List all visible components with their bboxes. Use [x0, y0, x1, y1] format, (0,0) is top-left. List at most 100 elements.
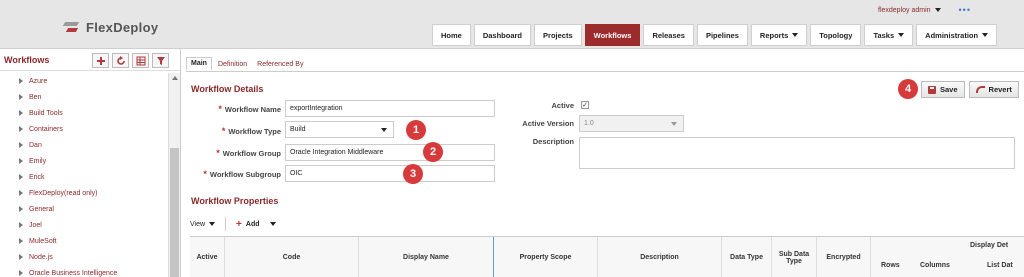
- step-badge-4: 4: [898, 79, 918, 99]
- expand-arrow-icon[interactable]: [19, 238, 23, 244]
- checkmark-icon: ✓: [582, 102, 588, 109]
- column-header-encrypted[interactable]: Encrypted: [817, 237, 871, 277]
- required-marker: *: [203, 169, 207, 179]
- column-header-rows[interactable]: Rows: [881, 262, 900, 269]
- nav-administration[interactable]: Administration: [916, 24, 998, 46]
- nav-home[interactable]: Home: [432, 24, 471, 46]
- workflows-sidebar: Workflows Azure Ben Build Tools Containe…: [0, 49, 181, 277]
- tab-divider: [186, 71, 1024, 72]
- tree-item-build-tools[interactable]: Build Tools: [0, 105, 168, 121]
- tree-item-oracle-bi[interactable]: Oracle Business Intelligence: [0, 265, 168, 277]
- chevron-down-icon[interactable]: [269, 222, 276, 226]
- expand-arrow-icon[interactable]: [19, 158, 23, 164]
- expand-arrow-icon[interactable]: [19, 126, 23, 132]
- nav-releases[interactable]: Releases: [643, 24, 694, 46]
- tab-referenced-by[interactable]: Referenced By: [253, 57, 307, 71]
- filter-icon: [156, 56, 165, 65]
- add-icon: +: [236, 218, 242, 230]
- tree-item-ben[interactable]: Ben: [0, 89, 168, 105]
- tree-item-joel[interactable]: Joel: [0, 217, 168, 233]
- user-menu[interactable]: flexdeploy admin •••: [878, 5, 971, 15]
- tab-main[interactable]: Main: [186, 57, 212, 71]
- more-options-icon[interactable]: •••: [959, 5, 971, 15]
- workflow-group-input[interactable]: Oracle Integration Middleware: [285, 144, 495, 161]
- flexdeploy-logo-mark-icon: [64, 21, 82, 33]
- save-button[interactable]: Save: [921, 81, 965, 98]
- filter-button[interactable]: [152, 53, 169, 68]
- column-header-data-type[interactable]: Data Type: [722, 237, 772, 277]
- expand-arrow-icon[interactable]: [19, 206, 23, 212]
- tab-definition[interactable]: Definition: [214, 57, 251, 71]
- expand-arrow-icon[interactable]: [19, 94, 23, 100]
- tree-item-mulesoft[interactable]: MuleSoft: [0, 233, 168, 249]
- revert-button[interactable]: Revert: [968, 81, 1019, 98]
- tree-item-nodejs[interactable]: Node.js: [0, 249, 168, 265]
- required-marker: *: [221, 126, 226, 136]
- expand-arrow-icon[interactable]: [19, 190, 23, 196]
- workflow-type-select[interactable]: Build: [285, 121, 394, 138]
- expand-arrow-icon[interactable]: [19, 254, 23, 260]
- sidebar-scrollbar[interactable]: [168, 73, 180, 277]
- tree-item-general[interactable]: General: [0, 201, 168, 217]
- expand-arrow-icon[interactable]: [19, 222, 23, 228]
- tree-item-dan[interactable]: Dan: [0, 137, 168, 153]
- column-group-display-details: Display Det: [970, 242, 1009, 249]
- step-badge-1: 1: [406, 120, 426, 140]
- active-checkbox[interactable]: ✓: [581, 101, 589, 109]
- tree-item-azure[interactable]: Azure: [0, 73, 168, 89]
- description-textarea[interactable]: [579, 137, 1015, 169]
- main-nav: Home Dashboard Projects Workflows Releas…: [432, 24, 998, 46]
- active-version-select[interactable]: 1.0: [579, 115, 684, 132]
- sidebar-toolbar: [92, 53, 169, 68]
- column-header-active[interactable]: Active: [190, 237, 225, 277]
- expand-arrow-icon[interactable]: [19, 270, 23, 276]
- tree-item-containers[interactable]: Containers: [0, 121, 168, 137]
- nav-projects[interactable]: Projects: [534, 24, 582, 46]
- nav-workflows[interactable]: Workflows: [584, 24, 641, 46]
- nav-pipelines[interactable]: Pipelines: [696, 24, 748, 46]
- view-menu[interactable]: View: [190, 221, 216, 228]
- step-badge-3: 3: [403, 164, 423, 184]
- workflow-type-label: * Workflow Type: [221, 126, 281, 136]
- save-icon: [928, 85, 936, 94]
- workflow-tree: Azure Ben Build Tools Containers Dan Emi…: [0, 73, 168, 277]
- description-label: Description: [532, 137, 574, 146]
- column-header-list-data[interactable]: List Dat: [987, 262, 1013, 269]
- nav-topology[interactable]: Topology: [810, 24, 862, 46]
- column-header-code[interactable]: Code: [225, 237, 359, 277]
- add-workflow-button[interactable]: [92, 53, 109, 68]
- expand-arrow-icon[interactable]: [19, 110, 23, 116]
- tree-item-erick[interactable]: Erick: [0, 169, 168, 185]
- flexdeploy-logo[interactable]: FlexDeploy: [64, 20, 158, 35]
- table-view-button[interactable]: [132, 53, 149, 68]
- scroll-up-arrow-icon[interactable]: [169, 73, 180, 83]
- tree-item-emily[interactable]: Emily: [0, 153, 168, 169]
- column-header-display-name[interactable]: Display Name: [359, 237, 494, 277]
- add-property-button[interactable]: + Add: [236, 218, 276, 230]
- refresh-button[interactable]: [112, 53, 129, 68]
- sidebar-title: Workflows: [4, 54, 50, 65]
- workflow-subgroup-input[interactable]: OIC: [285, 165, 495, 182]
- workflow-name-input[interactable]: exportIntegration: [285, 100, 495, 117]
- expand-arrow-icon[interactable]: [19, 174, 23, 180]
- column-header-description[interactable]: Description: [598, 237, 722, 277]
- chevron-down-icon: [792, 33, 799, 37]
- workflow-name-label: * Workflow Name: [218, 104, 281, 114]
- expand-arrow-icon[interactable]: [19, 78, 23, 84]
- active-version-label: Active Version: [522, 119, 574, 128]
- workflow-properties-title: Workflow Properties: [191, 196, 279, 206]
- column-header-property-scope[interactable]: Property Scope: [494, 237, 598, 277]
- column-header-sub-data-type[interactable]: Sub Data Type: [772, 237, 817, 277]
- tree-item-flexdeploy[interactable]: FlexDeploy(read only): [0, 185, 168, 201]
- expand-arrow-icon[interactable]: [19, 142, 23, 148]
- workflow-subgroup-label: * Workflow Subgroup: [203, 169, 281, 179]
- scroll-thumb[interactable]: [170, 148, 179, 277]
- column-header-columns[interactable]: Columns: [920, 262, 950, 269]
- nav-reports[interactable]: Reports: [750, 24, 808, 46]
- nav-tasks[interactable]: Tasks: [864, 24, 914, 46]
- workflow-details-title: Workflow Details: [191, 84, 264, 94]
- toolbar-divider: [225, 217, 227, 231]
- nav-dashboard[interactable]: Dashboard: [473, 24, 532, 46]
- user-name[interactable]: flexdeploy admin: [878, 7, 931, 14]
- chevron-down-icon: [898, 33, 905, 37]
